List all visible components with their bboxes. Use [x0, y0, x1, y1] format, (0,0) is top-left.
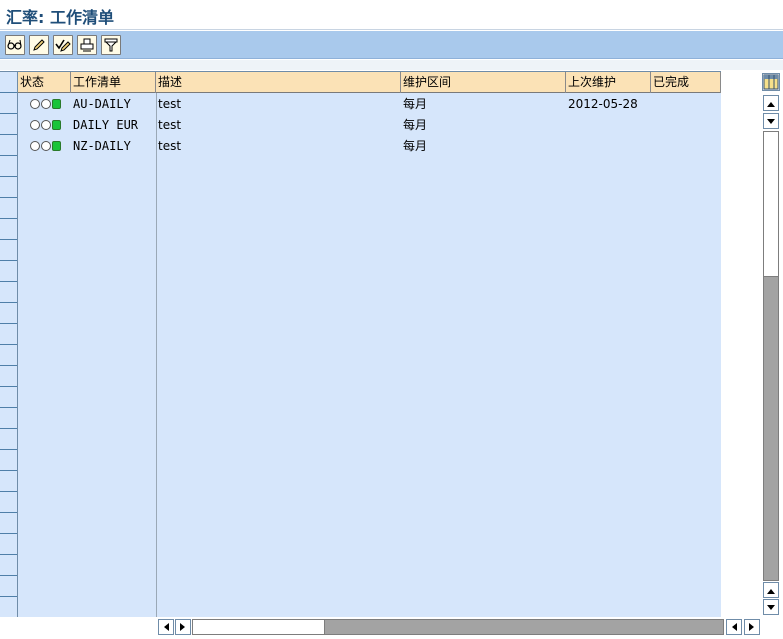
arrow-right-icon	[749, 620, 755, 634]
toolbar-separator	[0, 60, 783, 70]
row-selector[interactable]	[0, 198, 17, 219]
row-selector[interactable]	[0, 429, 17, 450]
scroll-page-up-button[interactable]	[763, 582, 779, 598]
interval-cell: 每月	[403, 118, 428, 132]
status-cell	[18, 94, 71, 115]
arrow-left-icon	[731, 620, 737, 634]
scroll-right-button[interactable]	[175, 619, 191, 635]
worklist-cell: AU-DAILY	[73, 97, 131, 111]
row-selector[interactable]	[0, 177, 17, 198]
pencil-edit-icon	[32, 38, 46, 52]
worklist-cell: NZ-DAILY	[73, 139, 131, 153]
interval-cell: 每月	[403, 139, 428, 153]
arrow-right-icon	[180, 620, 186, 634]
row-selector[interactable]	[0, 513, 17, 534]
scroll-down-button[interactable]	[763, 113, 779, 129]
vertical-scroll-thumb[interactable]	[763, 131, 779, 277]
row-selector[interactable]	[0, 261, 17, 282]
application-toolbar	[0, 31, 783, 59]
table-row[interactable]: NZ-DAILY test 每月	[18, 136, 721, 157]
column-header-interval[interactable]: 维护区间	[401, 72, 566, 93]
row-selector[interactable]	[0, 534, 17, 555]
row-selector[interactable]	[0, 366, 17, 387]
status-traffic-light-icon	[30, 99, 61, 109]
row-selector-column	[0, 72, 18, 617]
table-layout-icon	[763, 74, 779, 93]
row-selector[interactable]	[0, 471, 17, 492]
arrow-up-icon	[767, 583, 775, 597]
row-selector[interactable]	[0, 387, 17, 408]
check-pencil-icon	[55, 38, 71, 52]
worklist-table: 状态 工作清单 描述 维护区间 上次维护 已完成 AU-DAILY test 每…	[0, 71, 721, 617]
printer-icon	[80, 38, 94, 52]
column-header-description[interactable]: 描述	[156, 72, 401, 93]
table-header: 状态 工作清单 描述 维护区间 上次维护 已完成	[18, 72, 721, 93]
row-selector[interactable]	[0, 408, 17, 429]
horizontal-scroll-thumb[interactable]	[192, 619, 325, 635]
status-cell	[18, 136, 71, 157]
description-cell: test	[158, 139, 182, 153]
column-divider	[156, 93, 157, 617]
arrow-down-icon	[767, 114, 775, 128]
row-selector[interactable]	[0, 597, 17, 617]
row-selector[interactable]	[0, 492, 17, 513]
arrow-left-icon	[163, 620, 169, 634]
description-cell: test	[158, 118, 182, 132]
completed-cell	[651, 115, 721, 136]
row-selector[interactable]	[0, 114, 17, 135]
scroll-far-left-button[interactable]	[726, 619, 742, 635]
description-cell: test	[158, 97, 182, 111]
maintain-button[interactable]	[53, 35, 73, 55]
column-header-status[interactable]: 状态	[18, 72, 71, 93]
column-header-last-maintained[interactable]: 上次维护	[566, 72, 651, 93]
display-button[interactable]	[5, 35, 25, 55]
row-selector[interactable]	[0, 345, 17, 366]
print-button[interactable]	[77, 35, 97, 55]
vertical-scrollbar[interactable]	[763, 95, 779, 615]
column-header-completed[interactable]: 已完成	[651, 72, 721, 93]
table-row[interactable]: DAILY EUR test 每月	[18, 115, 721, 136]
status-traffic-light-icon	[30, 120, 61, 130]
row-selector[interactable]	[0, 93, 17, 114]
scroll-far-right-button[interactable]	[744, 619, 760, 635]
title-bar: 汇率: 工作清单	[0, 0, 783, 30]
worklist-cell: DAILY EUR	[73, 118, 139, 132]
scroll-left-button[interactable]	[158, 619, 174, 635]
completed-cell	[651, 136, 721, 157]
arrow-down-icon	[767, 600, 775, 614]
last-maintained-cell	[566, 115, 651, 136]
row-selector[interactable]	[0, 156, 17, 177]
row-selector[interactable]	[0, 324, 17, 345]
row-selector[interactable]	[0, 282, 17, 303]
scroll-page-down-button[interactable]	[763, 599, 779, 615]
arrow-up-icon	[767, 96, 775, 110]
status-cell	[18, 115, 71, 136]
filter-icon	[104, 38, 118, 52]
scroll-up-button[interactable]	[763, 95, 779, 111]
edit-button[interactable]	[29, 35, 49, 55]
row-selector[interactable]	[0, 576, 17, 597]
row-selector[interactable]	[0, 240, 17, 261]
table-row[interactable]: AU-DAILY test 每月 2012-05-28	[18, 94, 721, 115]
layout-settings-button[interactable]	[762, 73, 780, 91]
page-title: 汇率: 工作清单	[6, 8, 114, 27]
select-all-button[interactable]	[0, 72, 17, 93]
column-header-worklist[interactable]: 工作清单	[71, 72, 156, 93]
row-selector[interactable]	[0, 135, 17, 156]
filter-button[interactable]	[101, 35, 121, 55]
status-traffic-light-icon	[30, 141, 61, 151]
last-maintained-cell: 2012-05-28	[568, 97, 638, 111]
completed-cell	[651, 94, 721, 115]
glasses-display-icon	[7, 38, 23, 52]
horizontal-scrollbar[interactable]	[158, 619, 763, 635]
row-selector[interactable]	[0, 219, 17, 240]
row-selector[interactable]	[0, 450, 17, 471]
row-selector[interactable]	[0, 303, 17, 324]
interval-cell: 每月	[403, 97, 428, 111]
last-maintained-cell	[566, 136, 651, 157]
row-selector[interactable]	[0, 555, 17, 576]
